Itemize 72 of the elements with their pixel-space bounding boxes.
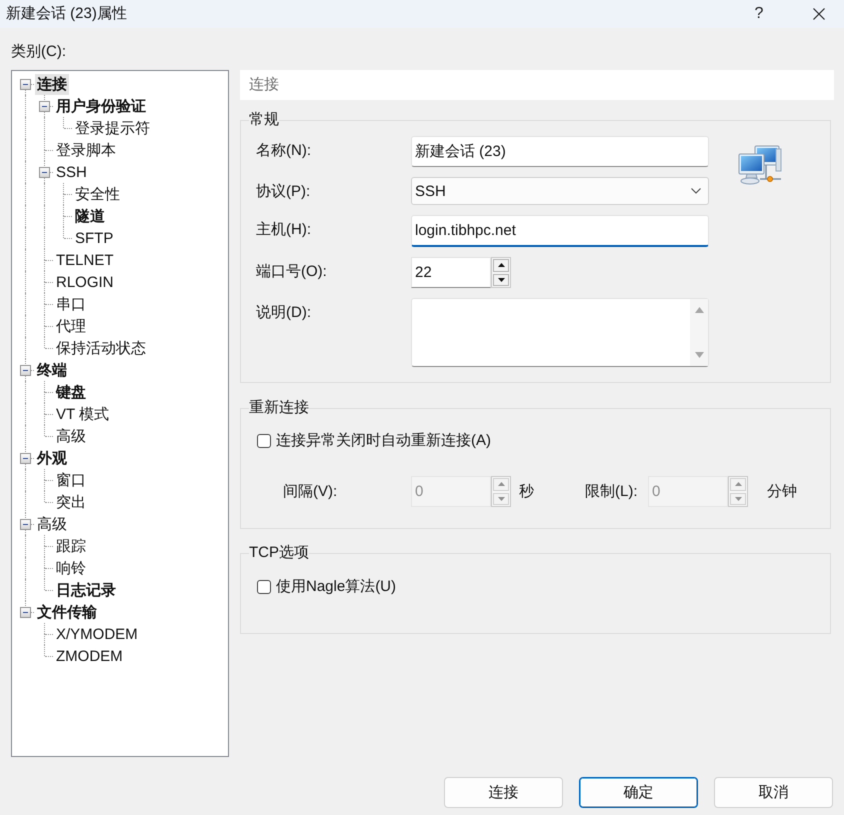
field-label: 限制(L): bbox=[585, 482, 638, 502]
spin-down-button[interactable] bbox=[493, 274, 509, 286]
field-label: 主机(H): bbox=[256, 220, 311, 240]
tree-item[interactable]: X/YMODEM bbox=[54, 624, 140, 644]
down-arrow-icon bbox=[734, 496, 742, 501]
page-header: 连接 bbox=[240, 70, 834, 100]
dropdown[interactable]: SSH bbox=[411, 177, 709, 205]
number-field[interactable]: 22 bbox=[411, 257, 491, 288]
down-arrow-icon bbox=[498, 278, 504, 282]
chevron-down-icon bbox=[691, 188, 701, 194]
checkbox-label[interactable]: 使用Nagle算法(U) bbox=[276, 577, 396, 597]
tree-item[interactable]: RLOGIN bbox=[54, 272, 116, 292]
tree-item[interactable]: 串口 bbox=[54, 294, 88, 314]
tree-item[interactable]: SFTP bbox=[73, 228, 116, 248]
collapse-icon[interactable] bbox=[39, 167, 50, 178]
unit-label: 秒 bbox=[519, 482, 534, 502]
network-computers-icon bbox=[738, 145, 782, 187]
tree-item[interactable]: 代理 bbox=[54, 316, 88, 336]
field-label: 说明(D): bbox=[256, 303, 311, 323]
category-label: 类别(C): bbox=[11, 43, 66, 60]
unit-label: 分钟 bbox=[767, 482, 797, 502]
collapse-icon[interactable] bbox=[20, 607, 31, 618]
tree-item[interactable]: 响铃 bbox=[54, 558, 88, 578]
collapse-icon[interactable] bbox=[20, 519, 31, 530]
checkbox[interactable] bbox=[257, 580, 271, 594]
field-label: 间隔(V): bbox=[283, 482, 338, 502]
tree-item[interactable]: 用户身份验证 bbox=[54, 96, 148, 116]
up-arrow-icon bbox=[498, 482, 504, 486]
up-arrow-icon bbox=[498, 263, 504, 268]
dialog-button[interactable]: 取消 bbox=[714, 777, 833, 808]
tree-item[interactable]: 登录提示符 bbox=[73, 118, 152, 138]
tree-item[interactable]: 日志记录 bbox=[54, 580, 118, 600]
dialog-button[interactable]: 连接 bbox=[444, 777, 563, 808]
checkbox-label[interactable]: 连接异常关闭时自动重新连接(A) bbox=[276, 431, 491, 451]
collapse-icon[interactable] bbox=[20, 453, 31, 464]
tree-item[interactable]: 突出 bbox=[54, 492, 88, 512]
help-button[interactable]: ? bbox=[751, 3, 767, 25]
collapse-icon[interactable] bbox=[20, 79, 31, 90]
tree-item[interactable]: 安全性 bbox=[73, 184, 122, 204]
dialog-button[interactable]: 确定 bbox=[579, 777, 698, 808]
tree-item[interactable]: TELNET bbox=[54, 250, 116, 270]
tree-item[interactable]: 窗口 bbox=[54, 470, 88, 490]
field-label: 端口号(O): bbox=[256, 262, 327, 282]
group-title: 常规 bbox=[249, 111, 279, 129]
tree-item[interactable]: 隧道 bbox=[73, 206, 107, 226]
tree-item[interactable]: VT 模式 bbox=[54, 404, 112, 424]
tree-item[interactable]: 连接 bbox=[35, 74, 69, 94]
field-label: 协议(P): bbox=[256, 182, 310, 202]
text-field[interactable]: login.tibhpc.net bbox=[411, 215, 709, 247]
down-arrow-icon bbox=[498, 496, 504, 501]
text-field[interactable]: 新建会话 (23) bbox=[411, 136, 709, 167]
tree-item[interactable]: 外观 bbox=[35, 448, 69, 468]
tree-item[interactable]: 跟踪 bbox=[54, 536, 88, 556]
tree-item[interactable]: 高级 bbox=[54, 426, 88, 446]
tree-item[interactable]: 保持活动状态 bbox=[54, 338, 148, 358]
collapse-icon[interactable] bbox=[20, 365, 31, 376]
tree-item[interactable]: 文件传输 bbox=[35, 602, 99, 622]
close-icon[interactable] bbox=[813, 8, 825, 20]
field-label: 名称(N): bbox=[256, 141, 311, 161]
window-title: 新建会话 (23)属性 bbox=[5, 4, 127, 24]
checkbox[interactable] bbox=[257, 434, 271, 448]
tree-item[interactable]: 高级 bbox=[35, 514, 69, 534]
tree-item[interactable]: SSH bbox=[54, 162, 89, 182]
spin-up-button[interactable] bbox=[493, 259, 509, 272]
up-arrow-icon bbox=[734, 482, 742, 486]
group-title: 重新连接 bbox=[249, 399, 309, 417]
tree-item[interactable]: ZMODEM bbox=[54, 646, 125, 666]
tree-item[interactable]: 键盘 bbox=[54, 382, 88, 402]
tree-item[interactable]: 终端 bbox=[35, 360, 69, 380]
tree-item[interactable]: 登录脚本 bbox=[54, 140, 118, 160]
collapse-icon[interactable] bbox=[39, 101, 50, 112]
group-title: TCP选项 bbox=[249, 544, 309, 562]
